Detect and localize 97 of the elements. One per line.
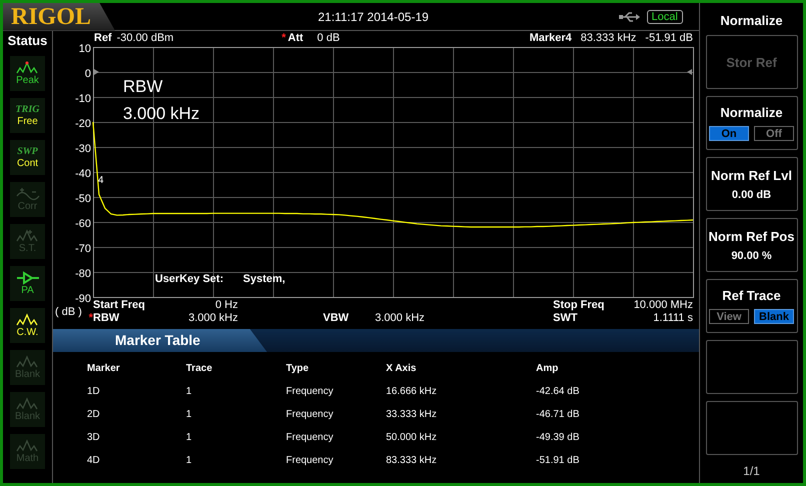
toggle-option[interactable]: On bbox=[709, 126, 749, 141]
status-caption: SWP bbox=[17, 146, 38, 158]
table-cell-text: 16.666 kHz bbox=[386, 386, 438, 397]
column-header: X Axis bbox=[386, 363, 418, 374]
setting-value: 1.1111 s bbox=[653, 312, 693, 325]
table-cell-text: -49.39 dB bbox=[536, 432, 580, 443]
table-cell-text: -46.71 dB bbox=[536, 409, 580, 420]
axis-tick-label: 0 bbox=[84, 68, 91, 80]
table-cell-text: 1 bbox=[186, 455, 193, 466]
softkey-button[interactable] bbox=[706, 401, 798, 455]
wave-icon bbox=[16, 187, 40, 201]
reference-level-icon bbox=[687, 69, 692, 75]
softkey-label[interactable]: Ref Trace bbox=[722, 288, 781, 303]
column-header: Marker bbox=[87, 363, 121, 374]
table-cell-text: Frequency bbox=[286, 386, 334, 397]
column-header: Type bbox=[286, 363, 310, 374]
info-label: Marker4 bbox=[529, 32, 572, 44]
status-caption: TRIG bbox=[16, 104, 40, 116]
table-cell-text: -51.91 dB bbox=[536, 455, 580, 466]
toggle-option[interactable]: Off bbox=[754, 126, 794, 141]
softkey-button[interactable] bbox=[706, 340, 798, 394]
table-cell-text: 2D bbox=[87, 409, 101, 420]
peak-wave-icon bbox=[16, 61, 40, 75]
overlay-text: RBW bbox=[123, 77, 163, 97]
setting-label: Start Freq bbox=[93, 299, 146, 312]
unit-label: ( dB ) bbox=[54, 306, 83, 318]
setting-value: 3.000 kHz bbox=[375, 312, 426, 325]
softkey-label[interactable]: Norm Ref Pos bbox=[708, 228, 794, 244]
axis-tick-label: -10 bbox=[75, 93, 91, 105]
status-label: Free bbox=[17, 116, 38, 127]
axis-tick-label: -70 bbox=[75, 243, 91, 255]
column-header: Amp bbox=[536, 363, 560, 374]
softkey-label[interactable]: Normalize bbox=[720, 105, 783, 120]
axis-tick-label: -30 bbox=[75, 143, 91, 155]
table-cell-text: 3D bbox=[87, 432, 101, 443]
info-label: Att bbox=[288, 32, 304, 44]
table-cell-text: Frequency bbox=[286, 432, 334, 443]
axis-tick-label: -90 bbox=[75, 293, 91, 305]
toggle-option[interactable]: Blank bbox=[754, 309, 794, 324]
wave-icon bbox=[16, 313, 40, 327]
setting-label: VBW bbox=[323, 312, 350, 325]
info-label: Ref bbox=[94, 32, 112, 44]
table-cell-text: Frequency bbox=[286, 455, 334, 466]
setting-value: 3.000 kHz bbox=[188, 312, 238, 325]
setting-label: SWT bbox=[553, 312, 578, 325]
usb-icon bbox=[618, 10, 641, 22]
page-indicator: 1/1 bbox=[743, 464, 760, 478]
status-label: PA bbox=[21, 285, 34, 296]
softkey-value[interactable]: 90.00 % bbox=[731, 250, 772, 262]
table-cell-text: 4D bbox=[87, 455, 101, 466]
softkey-label[interactable]: Norm Ref Lvl bbox=[711, 168, 792, 182]
table-cell-text: 50.000 kHz bbox=[386, 432, 438, 443]
wave-icon bbox=[16, 439, 40, 453]
setting-label: Stop Freq bbox=[553, 299, 606, 312]
table-cell-text: 1 bbox=[186, 409, 193, 420]
brand-logo: RIGOL bbox=[3, 3, 115, 30]
amplifier-icon bbox=[16, 271, 40, 285]
userkey-label: UserKey Set: bbox=[155, 272, 224, 286]
status-label: Cont bbox=[16, 158, 38, 169]
overlay-text: 3.000 kHz bbox=[123, 104, 200, 124]
wave-icon bbox=[16, 229, 40, 243]
wave-icon bbox=[16, 397, 40, 411]
info-value: 83.333 kHz bbox=[580, 32, 636, 44]
status-label: Peak bbox=[16, 75, 39, 86]
setting-label: RBW bbox=[93, 312, 120, 325]
userkey-value: System, bbox=[243, 272, 286, 286]
manual-mark: * bbox=[282, 32, 286, 44]
axis-tick-label: -20 bbox=[75, 118, 91, 130]
reference-level-icon bbox=[94, 69, 99, 75]
info-value: -51.91 dB bbox=[645, 32, 693, 44]
table-cell-text: Frequency bbox=[286, 409, 334, 420]
column-header: Trace bbox=[186, 363, 214, 374]
axis-tick-label: -60 bbox=[75, 218, 91, 230]
table-title: Marker Table bbox=[53, 329, 267, 352]
table-cell-text: 1 bbox=[186, 386, 193, 397]
setting-value: 10.000 MHz bbox=[634, 299, 693, 312]
table-cell-text: 83.333 kHz bbox=[386, 455, 438, 466]
setting-value: 0 Hz bbox=[215, 299, 238, 312]
table-cell-text: 1 bbox=[186, 432, 193, 443]
table-cell-text: -42.64 dB bbox=[536, 386, 580, 397]
wave-icon bbox=[16, 355, 40, 369]
axis-tick-label: 10 bbox=[78, 43, 91, 55]
info-value: -30.00 dBm bbox=[116, 32, 174, 44]
manual-mark: * bbox=[88, 312, 93, 325]
status-label: C.W. bbox=[16, 327, 38, 338]
info-value: 0 dB bbox=[317, 32, 340, 44]
axis-tick-label: -40 bbox=[75, 168, 91, 180]
date-time: 21:11:17 2014-05-19 bbox=[318, 10, 429, 24]
remote-status-label: Local bbox=[646, 10, 683, 24]
menu-title: Normalize bbox=[720, 14, 783, 28]
axis-tick-label: -80 bbox=[75, 268, 91, 280]
softkey-value[interactable]: 0.00 dB bbox=[732, 188, 772, 200]
axis-tick-label: -50 bbox=[75, 193, 91, 205]
table-cell-text: 1D bbox=[87, 386, 101, 397]
status-title: Status bbox=[8, 33, 48, 48]
table-cell-text: 33.333 kHz bbox=[386, 409, 438, 420]
toggle-option[interactable]: View bbox=[709, 309, 749, 324]
